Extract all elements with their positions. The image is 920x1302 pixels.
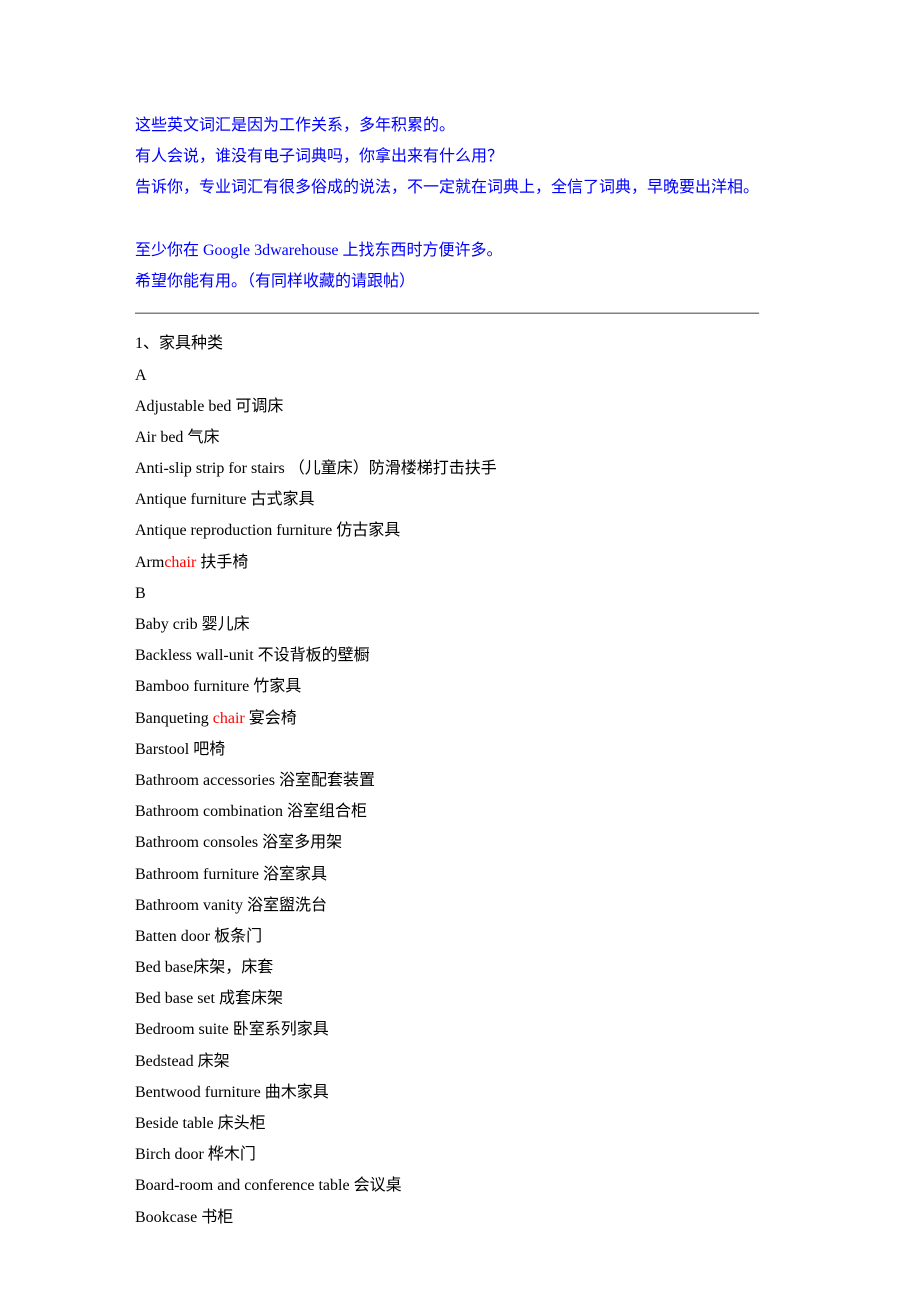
vocab-en: Anti-slip strip for stairs xyxy=(135,460,285,477)
vocab-en-highlight: chair xyxy=(164,554,196,571)
vocab-entry: Bookcase 书柜 xyxy=(135,1202,785,1233)
vocab-zh: 曲木家具 xyxy=(261,1084,329,1101)
vocab-entry: Backless wall-unit 不设背板的壁橱 xyxy=(135,640,785,671)
intro-line: 这些英文词汇是因为工作关系，多年积累的。 xyxy=(135,110,785,141)
vocab-en-pre: Arm xyxy=(135,554,164,571)
vocab-en: Bamboo furniture xyxy=(135,678,249,695)
vocab-zh: 床架，床套 xyxy=(193,959,273,976)
vocab-entry: Board-room and conference table 会议桌 xyxy=(135,1170,785,1201)
vocab-en: Bed base xyxy=(135,959,193,976)
vocab-zh: 气床 xyxy=(183,429,219,446)
intro-line: 希望你能有用。（有同样收藏的请跟帖） xyxy=(135,266,785,297)
vocab-entry: Anti-slip strip for stairs （儿童床）防滑楼梯打击扶手 xyxy=(135,453,785,484)
vocab-zh: 婴儿床 xyxy=(198,616,250,633)
vocab-entry: Beside table 床头柜 xyxy=(135,1108,785,1139)
vocab-en: Birch door xyxy=(135,1146,204,1163)
vocab-entry: Bamboo furniture 竹家具 xyxy=(135,671,785,702)
vocab-zh: 成套床架 xyxy=(215,990,283,1007)
vocab-zh: 书柜 xyxy=(197,1209,233,1226)
vocab-en: Antique reproduction furniture xyxy=(135,522,332,539)
intro-line: 至少你在 Google 3dwarehouse 上找东西时方便许多。 xyxy=(135,235,785,266)
vocab-entry: Batten door 板条门 xyxy=(135,921,785,952)
vocab-entry: Baby crib 婴儿床 xyxy=(135,609,785,640)
vocab-entry: Bedstead 床架 xyxy=(135,1046,785,1077)
vocab-entry: Bed base set 成套床架 xyxy=(135,983,785,1014)
vocab-zh: 床头柜 xyxy=(214,1115,266,1132)
divider-line: ——————————————————————————————————————— xyxy=(135,297,785,328)
vocab-zh: 不设背板的壁橱 xyxy=(254,647,370,664)
vocab-en: Board-room and conference table xyxy=(135,1177,350,1194)
vocab-entry: Bed base床架，床套 xyxy=(135,952,785,983)
vocab-entry: Bedroom suite 卧室系列家具 xyxy=(135,1014,785,1045)
vocab-entry: Air bed 气床 xyxy=(135,422,785,453)
vocab-zh: 浴室多用架 xyxy=(258,834,342,851)
vocab-zh: 板条门 xyxy=(210,928,262,945)
vocab-entry: Bathroom combination 浴室组合柜 xyxy=(135,796,785,827)
vocab-zh: 卧室系列家具 xyxy=(229,1021,329,1038)
vocab-zh: 会议桌 xyxy=(350,1177,402,1194)
vocab-zh: 古式家具 xyxy=(247,491,315,508)
vocab-en: Bathroom vanity xyxy=(135,897,243,914)
vocab-zh: 浴室配套装置 xyxy=(275,772,375,789)
intro-line: 告诉你，专业词汇有很多俗成的说法，不一定就在词典上，全信了词典，早晚要出洋相。 xyxy=(135,172,785,203)
vocab-entry: Barstool 吧椅 xyxy=(135,734,785,765)
vocab-entry: Adjustable bed 可调床 xyxy=(135,391,785,422)
vocab-en: Beside table xyxy=(135,1115,214,1132)
vocab-en: Bookcase xyxy=(135,1209,197,1226)
vocab-en: Batten door xyxy=(135,928,210,945)
vocab-en: Bed base set xyxy=(135,990,215,1007)
vocab-en: Baby crib xyxy=(135,616,198,633)
vocab-en: Bedstead xyxy=(135,1053,194,1070)
vocab-en: Bedroom suite xyxy=(135,1021,229,1038)
document-page: 这些英文词汇是因为工作关系，多年积累的。 有人会说，谁没有电子词典吗，你拿出来有… xyxy=(0,0,920,1283)
vocab-en: Bathroom consoles xyxy=(135,834,258,851)
vocab-en: Bathroom accessories xyxy=(135,772,275,789)
vocab-zh: （儿童床）防滑楼梯打击扶手 xyxy=(285,460,497,477)
vocab-zh: 浴室盥洗台 xyxy=(243,897,327,914)
vocab-zh: 宴会椅 xyxy=(245,710,297,727)
vocab-zh: 浴室家具 xyxy=(259,866,327,883)
section-heading: 1、家具种类 xyxy=(135,328,785,359)
vocab-zh: 浴室组合柜 xyxy=(283,803,367,820)
vocab-zh: 床架 xyxy=(194,1053,230,1070)
vocab-en-pre: Banqueting xyxy=(135,710,213,727)
vocab-entry: Banqueting chair 宴会椅 xyxy=(135,703,785,734)
vocab-zh: 可调床 xyxy=(231,398,283,415)
vocab-entry: Bathroom furniture 浴室家具 xyxy=(135,859,785,890)
vocab-entry: Bathroom accessories 浴室配套装置 xyxy=(135,765,785,796)
vocab-entry: Bentwood furniture 曲木家具 xyxy=(135,1077,785,1108)
vocab-entry: Antique furniture 古式家具 xyxy=(135,484,785,515)
vocab-en: Adjustable bed xyxy=(135,398,231,415)
vocab-zh: 扶手椅 xyxy=(196,554,248,571)
group-letter: A xyxy=(135,360,785,391)
vocab-en: Bathroom combination xyxy=(135,803,283,820)
intro-blank xyxy=(135,204,785,235)
vocab-entry: Armchair 扶手椅 xyxy=(135,547,785,578)
vocab-en: Backless wall-unit xyxy=(135,647,254,664)
intro-line: 有人会说，谁没有电子词典吗，你拿出来有什么用？ xyxy=(135,141,785,172)
vocab-entry: Birch door 桦木门 xyxy=(135,1139,785,1170)
vocab-en: Bathroom furniture xyxy=(135,866,259,883)
vocab-zh: 吧椅 xyxy=(189,741,225,758)
vocab-entry: Bathroom consoles 浴室多用架 xyxy=(135,827,785,858)
vocab-entry: Bathroom vanity 浴室盥洗台 xyxy=(135,890,785,921)
vocab-en: Air bed xyxy=(135,429,183,446)
vocab-en: Bentwood furniture xyxy=(135,1084,261,1101)
vocab-en-highlight: chair xyxy=(213,710,245,727)
vocab-zh: 竹家具 xyxy=(249,678,301,695)
group-letter: B xyxy=(135,578,785,609)
vocab-en: Barstool xyxy=(135,741,189,758)
vocab-entry: Antique reproduction furniture 仿古家具 xyxy=(135,515,785,546)
vocab-zh: 仿古家具 xyxy=(332,522,400,539)
vocab-en: Antique furniture xyxy=(135,491,247,508)
vocab-zh: 桦木门 xyxy=(204,1146,256,1163)
